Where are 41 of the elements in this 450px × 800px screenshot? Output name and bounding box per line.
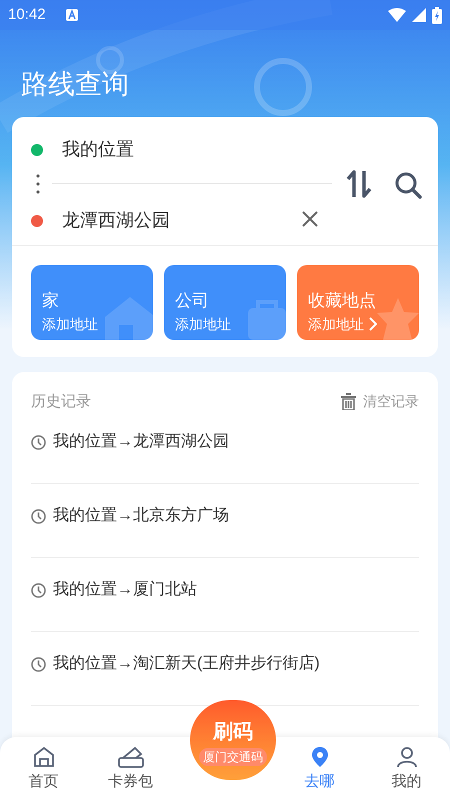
background-briefcase-icon <box>248 298 286 340</box>
clear-icon[interactable] <box>302 211 318 227</box>
shortcut-title: 收藏地点 <box>308 290 377 310</box>
transit-code-label: 厦门交通码 <box>199 748 267 766</box>
home-icon <box>32 746 54 768</box>
history-item[interactable]: 我的位置→淘汇新天(王府井步行街店) <box>53 652 320 676</box>
history-title: 历史记录 <box>31 392 91 412</box>
shortcut-title: 公司 <box>175 290 210 310</box>
chevron-right-icon <box>369 316 377 330</box>
shortcut-subtitle: 添加地址 <box>42 314 98 332</box>
history-item[interactable]: 我的位置→北京东方广场 <box>53 504 229 528</box>
wifi-icon <box>388 8 406 22</box>
destination-field[interactable]: 龙潭西湖公园 <box>62 207 170 234</box>
notification-icon <box>66 9 78 21</box>
battery-icon <box>432 6 442 24</box>
trash-icon <box>341 393 356 410</box>
signal-icon <box>412 8 426 22</box>
shortcut-title: 家 <box>42 290 60 310</box>
clock-icon <box>31 582 46 598</box>
swap-icon[interactable] <box>346 170 372 198</box>
clock-icon <box>31 508 46 524</box>
ticket-icon <box>118 746 144 768</box>
status-time: 10:42 <box>8 4 46 25</box>
clock-icon <box>31 656 46 672</box>
shortcut-subtitle: 添加地址 <box>308 314 364 332</box>
shortcut-subtitle: 添加地址 <box>175 314 231 332</box>
nav-tab[interactable]: 去哪 <box>276 737 363 800</box>
dots-icon <box>36 174 40 194</box>
nav-tab[interactable]: 首页 <box>0 737 87 800</box>
background-star-icon <box>377 298 419 340</box>
origin-field[interactable]: 我的位置 <box>62 136 134 163</box>
nav-tab[interactable]: 卡券包 <box>87 737 174 800</box>
person-icon <box>396 746 418 768</box>
search-icon[interactable] <box>394 171 422 199</box>
nav-tab[interactable]: 我的 <box>363 737 450 800</box>
page-title: 路线查询 <box>21 68 129 101</box>
clock-icon <box>31 434 46 450</box>
history-item[interactable]: 我的位置→厦门北站 <box>53 578 197 602</box>
history-item[interactable]: 我的位置→龙潭西湖公园 <box>53 430 229 454</box>
pay-code-title: 刷码 <box>213 720 253 744</box>
background-house-icon <box>103 295 153 340</box>
